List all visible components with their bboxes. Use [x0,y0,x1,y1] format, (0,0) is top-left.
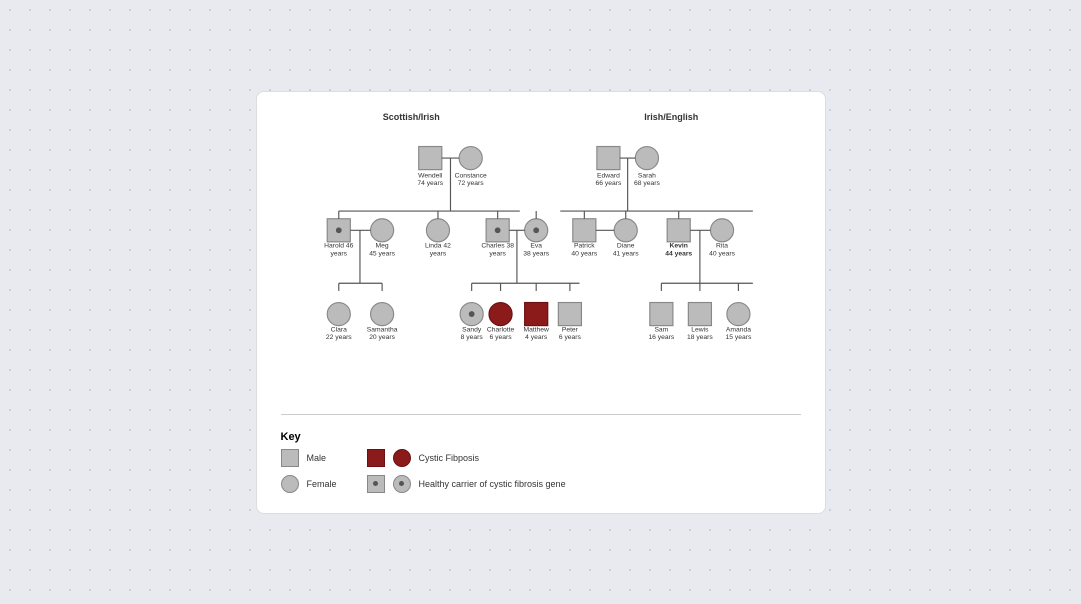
charlotte-shape [489,302,512,325]
svg-text:6 years: 6 years [489,334,512,341]
svg-text:44 years: 44 years [665,250,692,257]
eva-carrier-dot [533,227,539,233]
kevin-shape [667,218,690,241]
svg-text:Harold 46: Harold 46 [324,242,353,249]
svg-text:4 years: 4 years [525,334,548,341]
key-male-shape [281,449,299,467]
key-item-female: Female [281,475,337,493]
linda-label: Linda 42 [425,242,451,249]
svg-text:20 years: 20 years [369,334,395,341]
svg-text:41 years: 41 years [612,250,638,257]
key-female-shape [281,475,299,493]
key-col-status: Cystic Fibposis Healthy carrier of cysti… [367,449,566,493]
wendell-label: Wendell [418,172,443,179]
svg-text:18 years: 18 years [686,334,712,341]
diane-shape [614,218,637,241]
heritage-right: Irish/English [644,112,698,122]
pedigree-diagram: .shape-m { fill: #bbb; stroke: #888; str… [281,124,801,404]
key-item-male: Male [281,449,337,467]
key-male-label: Male [307,453,327,463]
key-item-carrier: Healthy carrier of cystic fibrosis gene [367,475,566,493]
peter-label: Peter [561,326,578,333]
pedigree-svg: .shape-m { fill: #bbb; stroke: #888; str… [281,124,801,404]
sam-shape [649,302,672,325]
svg-text:38 years: 38 years [523,250,549,257]
sarah-label: Sarah [637,172,655,179]
heritage-row: Scottish/Irish Irish/English [281,112,801,122]
amanda-label: Amanda [725,326,750,333]
svg-text:8 years: 8 years [460,334,483,341]
key-affected-male-shape [367,449,385,467]
pedigree-card: Scottish/Irish Irish/English .shape-m { … [256,91,826,514]
key-rows: Male Female Cystic Fibposis [281,449,801,493]
key-carrier-female-shape [393,475,411,493]
svg-text:45 years: 45 years [369,250,395,257]
key-col-basic: Male Female [281,449,337,493]
meg-shape [370,218,393,241]
matthew-label: Matthew [523,326,549,333]
constance-shape [459,146,482,169]
wendell-shape [418,146,441,169]
key-section: Key Male Female Cystic Fibposis [281,425,801,493]
samantha-label: Samantha [366,326,397,333]
svg-text:40 years: 40 years [709,250,735,257]
svg-text:68 years: 68 years [634,180,660,187]
key-carrier-dot-male [373,481,378,486]
eva-label: Eva [530,242,542,249]
charles-carrier-dot [494,227,500,233]
svg-text:72 years: 72 years [457,180,483,187]
svg-text:74 years: 74 years [417,180,443,187]
constance-label: Constance [454,172,486,179]
clara-shape [327,302,350,325]
kevin-label: Kevin [669,242,687,249]
sam-label: Sam [654,326,668,333]
edward-shape [596,146,619,169]
svg-text:40 years: 40 years [571,250,597,257]
clara-label: Clara [330,326,346,333]
sandy-carrier-dot [468,311,474,317]
rita-label: Rita [716,242,728,249]
heritage-left: Scottish/Irish [383,112,440,122]
sandy-label: Sandy [462,326,482,333]
svg-text:years: years [330,250,347,257]
peter-shape [558,302,581,325]
charles-label: Charles 38 [481,242,514,249]
amanda-shape [726,302,749,325]
meg-label: Meg [375,242,388,249]
charlotte-label: Charlotte [486,326,514,333]
lewis-label: Lewis [691,326,709,333]
patrick-label: Patrick [574,242,595,249]
diane-label: Diane [616,242,634,249]
key-affected-female-shape [393,449,411,467]
svg-text:years: years [429,250,446,257]
matthew-shape [524,302,547,325]
sarah-shape [635,146,658,169]
svg-text:16 years: 16 years [648,334,674,341]
samantha-shape [370,302,393,325]
edward-label: Edward [596,172,619,179]
rita-shape [710,218,733,241]
svg-text:22 years: 22 years [325,334,351,341]
svg-text:15 years: 15 years [725,334,751,341]
key-carrier-label: Healthy carrier of cystic fibrosis gene [419,479,566,489]
svg-text:years: years [489,250,506,257]
key-affected-label: Cystic Fibposis [419,453,480,463]
linda-shape [426,218,449,241]
lewis-shape [688,302,711,325]
patrick-shape [572,218,595,241]
key-title: Key [281,431,801,443]
key-item-affected: Cystic Fibposis [367,449,566,467]
svg-text:66 years: 66 years [595,180,621,187]
key-carrier-male-shape [367,475,385,493]
key-carrier-dot-female [399,481,404,486]
divider [281,414,801,415]
svg-text:6 years: 6 years [558,334,581,341]
key-female-label: Female [307,479,337,489]
harold-carrier-dot [335,227,341,233]
